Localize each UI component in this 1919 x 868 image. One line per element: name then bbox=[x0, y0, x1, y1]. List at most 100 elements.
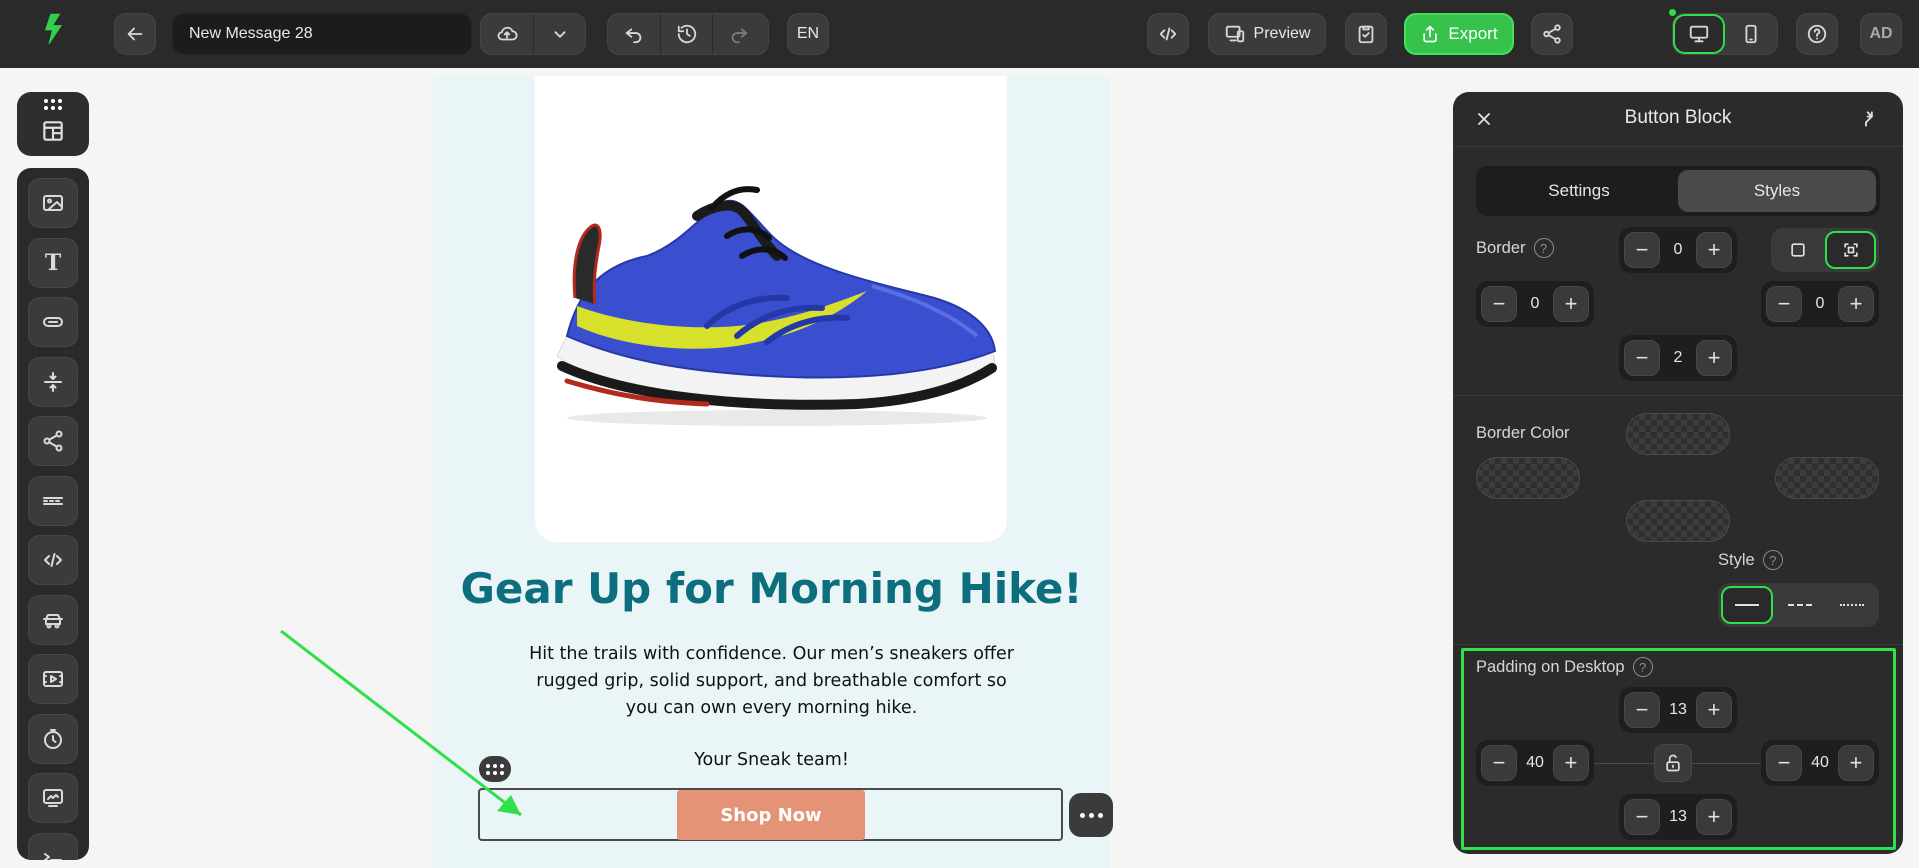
padding-bottom-stepper: − 13 + bbox=[1619, 794, 1737, 840]
cloud-upload-icon bbox=[497, 26, 518, 41]
help-icon[interactable]: ? bbox=[1762, 550, 1783, 570]
email-body-text[interactable]: Hit the trails with confidence. Our men’… bbox=[520, 641, 1023, 722]
button-block-tool[interactable] bbox=[28, 297, 78, 347]
export-label: Export bbox=[1448, 24, 1498, 43]
shop-now-button[interactable]: Shop Now bbox=[677, 790, 865, 840]
decrement-button[interactable]: − bbox=[1766, 745, 1802, 781]
save-options-button[interactable] bbox=[533, 14, 585, 54]
history-button[interactable] bbox=[660, 14, 712, 54]
timer-block-tool[interactable] bbox=[28, 714, 78, 764]
decrement-button[interactable]: − bbox=[1624, 799, 1660, 835]
padding-right-value[interactable]: 40 bbox=[1811, 754, 1829, 772]
border-bottom-value[interactable]: 2 bbox=[1674, 349, 1683, 367]
decrement-button[interactable]: − bbox=[1624, 340, 1660, 376]
app-logo bbox=[40, 10, 72, 48]
divider-block-tool[interactable] bbox=[28, 476, 78, 526]
code-view-button[interactable] bbox=[1147, 13, 1189, 55]
layout-blocks-button[interactable] bbox=[17, 92, 89, 156]
style-dotted-button[interactable] bbox=[1828, 586, 1876, 624]
increment-button[interactable]: + bbox=[1695, 799, 1732, 835]
message-name: New Message 28 bbox=[189, 25, 313, 42]
block-more-button[interactable] bbox=[1069, 793, 1113, 837]
decrement-button[interactable]: − bbox=[1766, 286, 1802, 322]
padding-left-value[interactable]: 40 bbox=[1526, 754, 1544, 772]
history-group bbox=[607, 13, 769, 55]
decrement-button[interactable]: − bbox=[1624, 232, 1660, 268]
back-button[interactable] bbox=[114, 13, 156, 55]
decrement-button[interactable]: − bbox=[1481, 745, 1517, 781]
padding-bottom-value[interactable]: 13 bbox=[1669, 808, 1687, 826]
border-right-value[interactable]: 0 bbox=[1816, 295, 1825, 313]
redo-button[interactable] bbox=[712, 14, 764, 54]
settings-panel: Button Block Settings Styles Border ? − … bbox=[1453, 92, 1903, 854]
panel-detach-button[interactable] bbox=[1853, 106, 1879, 132]
spacer-block-tool[interactable] bbox=[28, 357, 78, 407]
increment-button[interactable]: + bbox=[1552, 745, 1589, 781]
border-style-selector bbox=[1718, 583, 1879, 627]
border-color-right-swatch[interactable] bbox=[1775, 457, 1879, 499]
help-icon[interactable]: ? bbox=[1632, 657, 1653, 677]
video-block-tool[interactable] bbox=[28, 654, 78, 704]
share-icon bbox=[43, 430, 63, 452]
padding-lock-button[interactable] bbox=[1654, 744, 1692, 782]
increment-button[interactable]: + bbox=[1696, 232, 1732, 268]
style-solid-button[interactable] bbox=[1721, 586, 1774, 624]
style-label: Style bbox=[1718, 550, 1755, 569]
section-divider bbox=[1453, 644, 1903, 645]
export-button[interactable]: Export bbox=[1404, 13, 1514, 55]
share-button[interactable] bbox=[1531, 13, 1573, 55]
image-block-tool[interactable] bbox=[28, 178, 78, 228]
help-button[interactable] bbox=[1796, 13, 1838, 55]
mobile-icon bbox=[1745, 24, 1757, 44]
panel-header-divider bbox=[1453, 146, 1903, 147]
increment-button[interactable]: + bbox=[1696, 340, 1732, 376]
border-all-button[interactable] bbox=[1774, 231, 1821, 269]
menu-block-tool[interactable] bbox=[28, 833, 78, 860]
html-block-tool[interactable] bbox=[28, 535, 78, 585]
share-icon bbox=[1543, 24, 1561, 44]
border-top-value[interactable]: 0 bbox=[1674, 241, 1683, 259]
preview-button[interactable]: Preview bbox=[1208, 13, 1326, 55]
increment-button[interactable]: + bbox=[1838, 286, 1874, 322]
test-button[interactable] bbox=[1345, 13, 1387, 55]
banner-block-tool[interactable] bbox=[28, 773, 78, 823]
border-color-bottom-swatch[interactable] bbox=[1626, 500, 1730, 542]
avatar-initials: AD bbox=[1869, 25, 1893, 42]
border-top-stepper: − 0 + bbox=[1619, 227, 1737, 273]
padding-left-stepper: − 40 + bbox=[1476, 740, 1594, 786]
border-color-left-swatch[interactable] bbox=[1476, 457, 1580, 499]
increment-button[interactable]: + bbox=[1695, 692, 1732, 728]
amp-carousel-block-tool[interactable] bbox=[28, 595, 78, 645]
chevron-down-icon bbox=[554, 31, 565, 38]
clipboard-check-icon bbox=[1358, 25, 1374, 44]
mobile-view-button[interactable] bbox=[1725, 14, 1777, 54]
undo-button[interactable] bbox=[608, 14, 660, 54]
border-color-top-swatch[interactable] bbox=[1626, 413, 1730, 455]
increment-button[interactable]: + bbox=[1553, 286, 1589, 322]
decrement-button[interactable]: − bbox=[1624, 692, 1660, 728]
help-icon[interactable]: ? bbox=[1533, 238, 1554, 258]
increment-button[interactable]: + bbox=[1837, 745, 1874, 781]
tab-settings[interactable]: Settings bbox=[1480, 170, 1678, 212]
menu-icon bbox=[44, 853, 62, 860]
devices-icon bbox=[1225, 25, 1244, 43]
border-individual-button[interactable] bbox=[1825, 231, 1876, 269]
tab-styles[interactable]: Styles bbox=[1678, 170, 1876, 212]
desktop-view-button[interactable] bbox=[1673, 14, 1726, 54]
border-left-value[interactable]: 0 bbox=[1531, 295, 1540, 313]
language-button[interactable]: EN bbox=[787, 13, 829, 55]
decrement-button[interactable]: − bbox=[1481, 286, 1517, 322]
user-avatar[interactable]: AD bbox=[1860, 13, 1902, 55]
message-name-input[interactable]: New Message 28 bbox=[172, 13, 472, 55]
text-block-tool[interactable]: T bbox=[28, 238, 78, 288]
email-headline[interactable]: Gear Up for Morning Hike! bbox=[433, 564, 1110, 613]
cloud-save-button[interactable] bbox=[481, 14, 533, 54]
dashed-line-icon bbox=[1788, 604, 1813, 606]
social-block-tool[interactable] bbox=[28, 416, 78, 466]
padding-link-line bbox=[1594, 763, 1654, 764]
online-status-dot bbox=[1669, 9, 1676, 16]
padding-top-value[interactable]: 13 bbox=[1669, 701, 1687, 719]
sneaker-image[interactable] bbox=[537, 186, 1003, 431]
style-dashed-button[interactable] bbox=[1776, 586, 1824, 624]
border-bottom-stepper: − 2 + bbox=[1619, 335, 1737, 381]
